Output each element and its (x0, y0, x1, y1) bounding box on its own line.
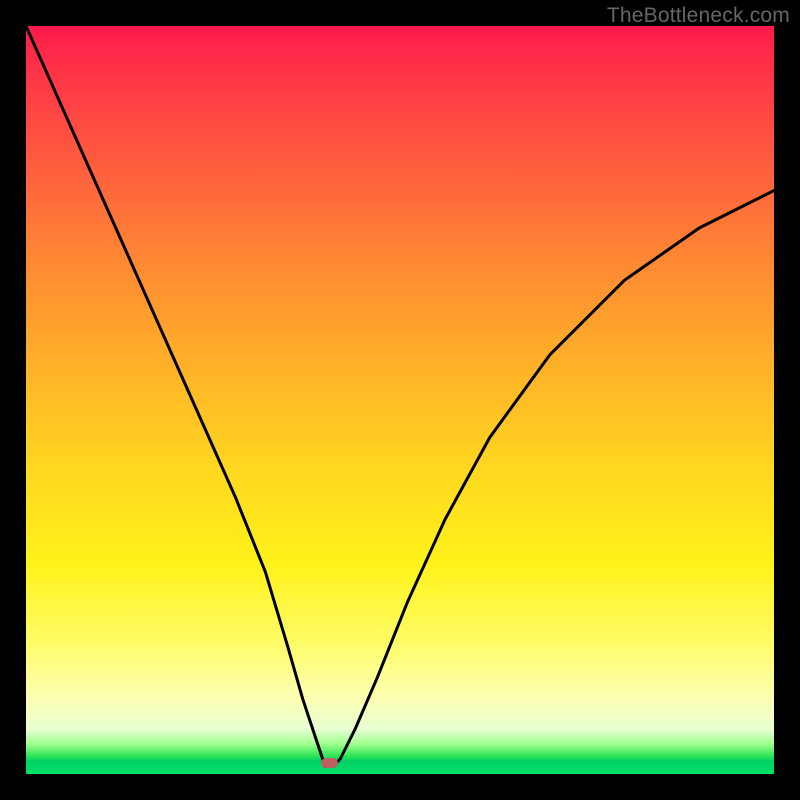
plot-area (26, 26, 774, 774)
minimum-marker (321, 758, 338, 768)
bottleneck-curve (26, 26, 774, 774)
chart-frame: TheBottleneck.com (0, 0, 800, 800)
watermark-text: TheBottleneck.com (607, 4, 790, 28)
